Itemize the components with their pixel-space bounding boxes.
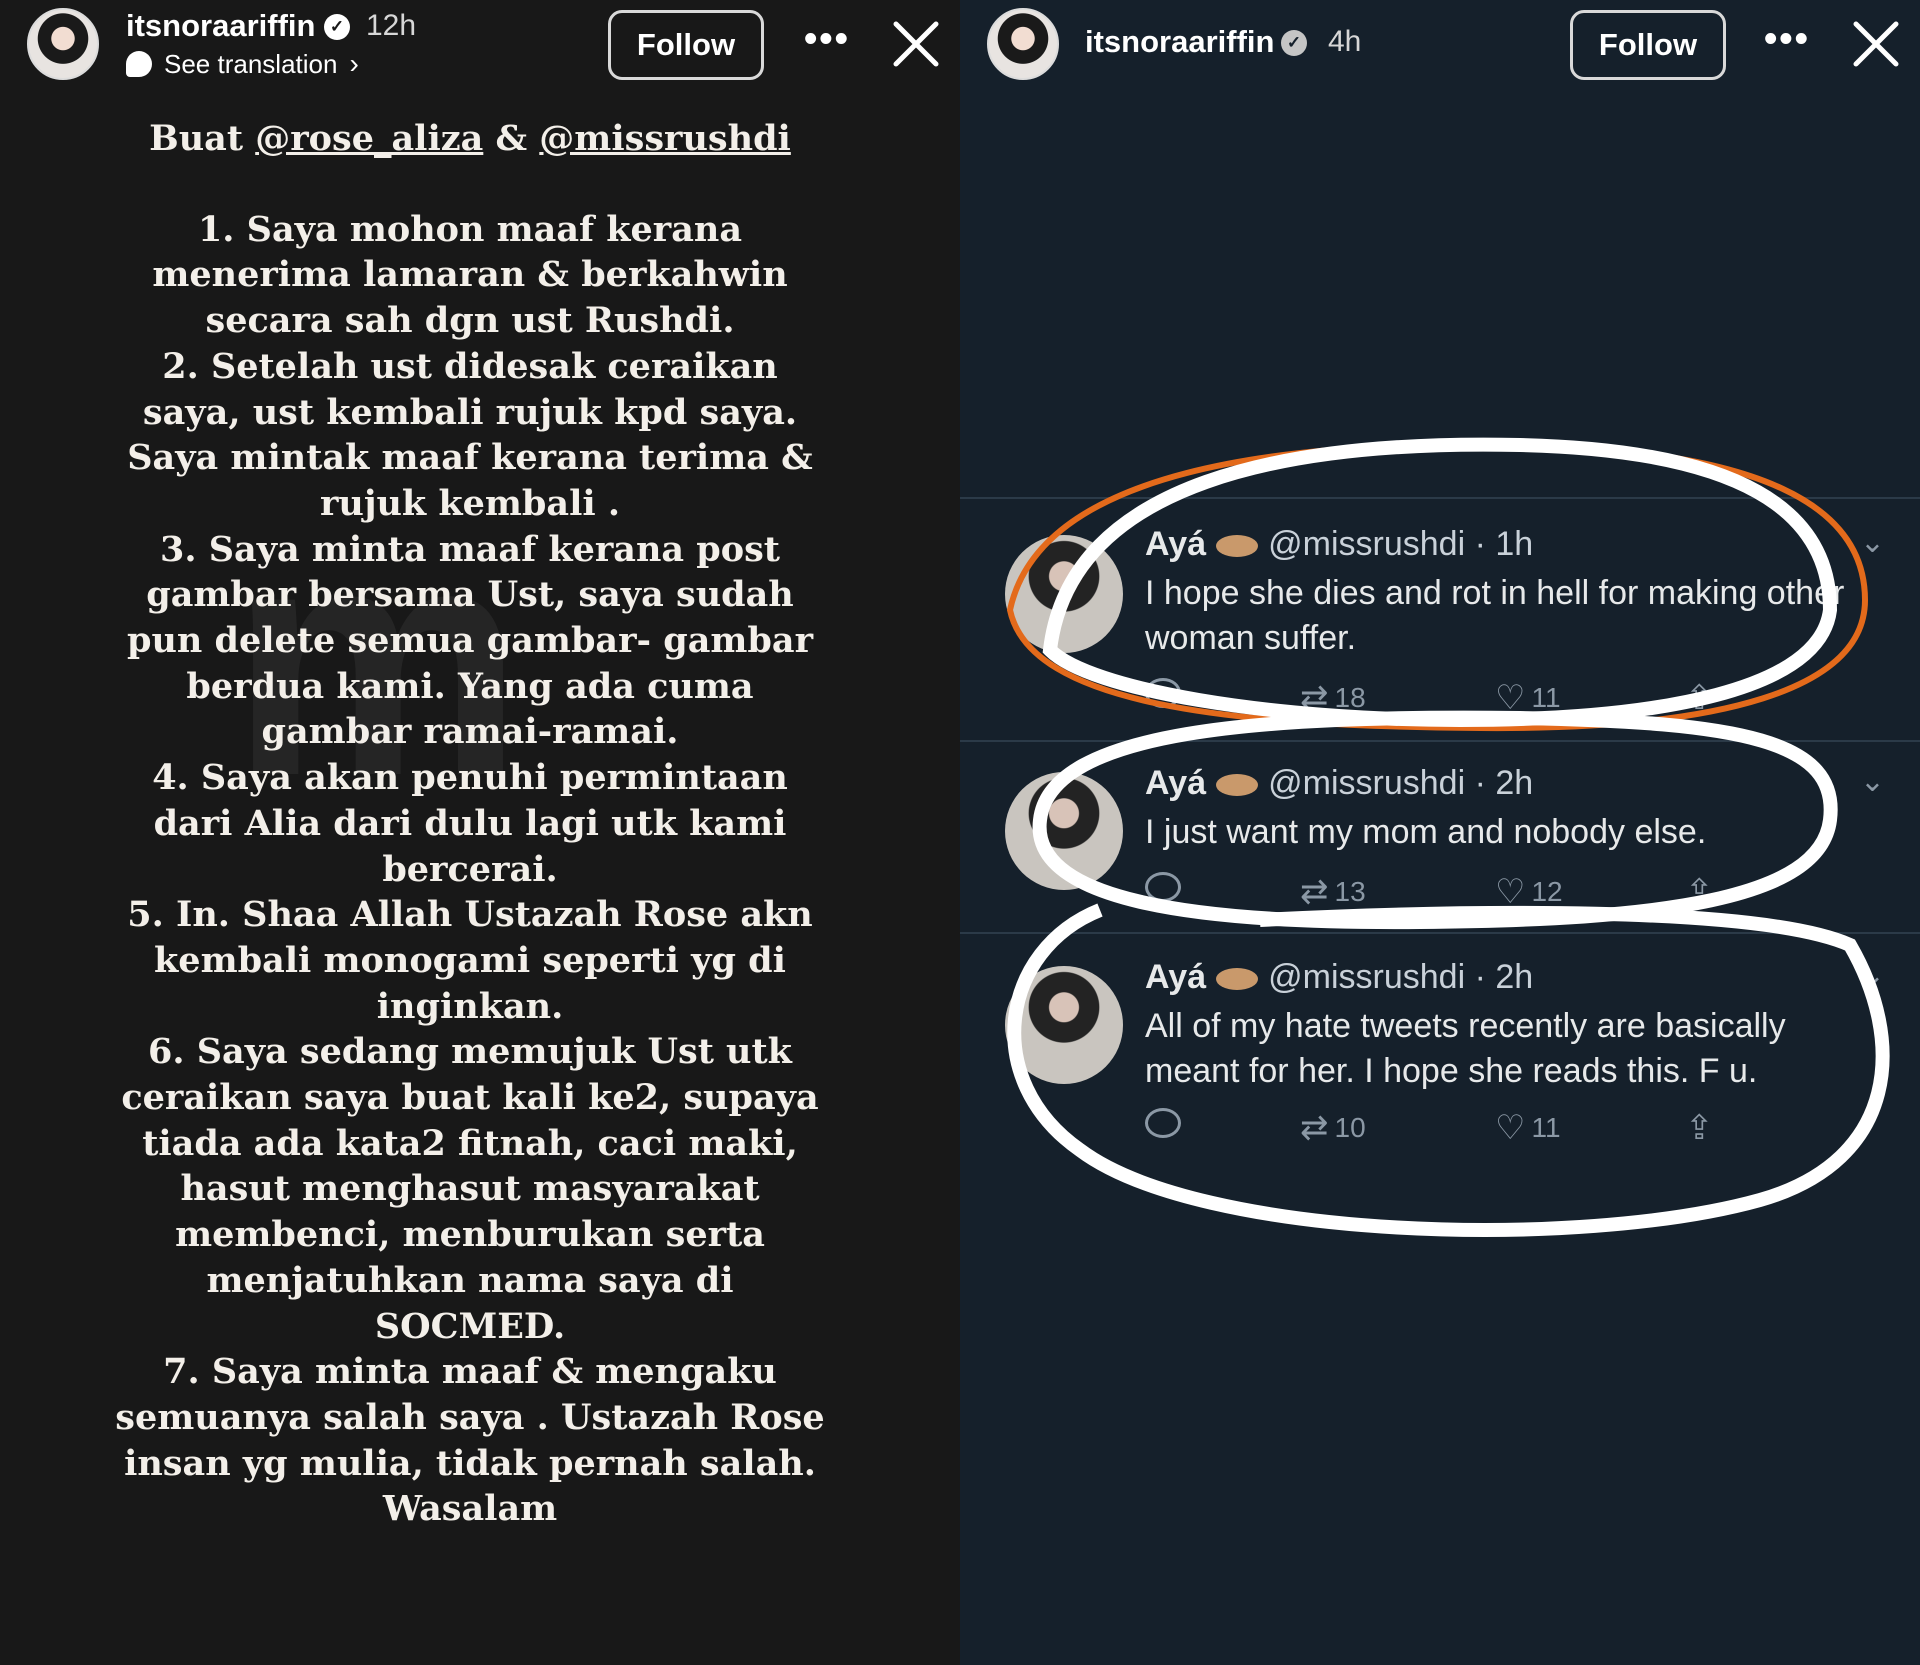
tweet-text: All of my hate tweets recently are basic…	[1145, 1007, 1786, 1090]
close-icon[interactable]	[1850, 18, 1902, 70]
share-button[interactable]: ⇪	[1685, 1108, 1714, 1148]
retweet-button[interactable]: ⇄ 13	[1300, 872, 1366, 912]
mention-link[interactable]: @missrushdi	[539, 118, 791, 159]
story-item: 5. In. Shaa Allah Ustazah Rose akn kemba…	[127, 894, 813, 1027]
story-item: 7. Saya minta maaf & mengaku semuanya sa…	[115, 1351, 825, 1530]
tweet[interactable]: Ayá @missrushdi · 2h ⌄ I just want my mom…	[960, 764, 1920, 924]
divider	[960, 740, 1920, 742]
heading-amp: &	[483, 118, 540, 159]
tweet-avatar[interactable]	[1005, 535, 1123, 653]
retweet-icon: ⇄	[1300, 873, 1329, 911]
chevron-down-icon[interactable]: ⌄	[1860, 525, 1885, 560]
reply-icon	[1145, 872, 1181, 902]
follow-button[interactable]: Follow	[608, 10, 764, 80]
like-count: 11	[1531, 1112, 1561, 1143]
reply-icon	[1145, 678, 1181, 708]
story-header: itsnoraariffin ✓ 4h Follow •••	[960, 0, 1920, 110]
chevron-down-icon[interactable]: ⌄	[1860, 958, 1885, 993]
tweet-author-name: Ayá	[1145, 958, 1207, 996]
share-button[interactable]: ⇪	[1685, 678, 1714, 718]
heart-icon: ♡	[1495, 873, 1526, 911]
like-button[interactable]: ♡ 11	[1495, 1108, 1561, 1148]
like-button[interactable]: ♡ 12	[1495, 872, 1563, 912]
tweet-actions: ⇄ 18 ♡ 11 ⇪	[1145, 678, 1825, 720]
retweet-count: 10	[1334, 1112, 1366, 1143]
tweet-header: Ayá @missrushdi · 1h	[1145, 525, 1533, 564]
tweet-actions: ⇄ 13 ♡ 12 ⇪	[1145, 872, 1825, 914]
reply-button[interactable]	[1145, 678, 1181, 708]
retweet-count: 18	[1334, 682, 1366, 713]
hedgehog-emoji-icon	[1216, 535, 1259, 558]
more-options-icon[interactable]: •••	[1764, 18, 1810, 61]
story-text: Buat @rose_aliza & @missrushdi 1. Saya m…	[110, 116, 830, 1532]
verified-icon: ✓	[324, 14, 350, 40]
tweet-handle: @missrushdi · 2h	[1268, 958, 1534, 996]
divider	[960, 932, 1920, 934]
share-icon: ⇪	[1685, 1109, 1714, 1147]
tweet-header: Ayá @missrushdi · 2h	[1145, 958, 1533, 997]
like-button[interactable]: ♡ 11	[1495, 678, 1561, 718]
retweet-icon: ⇄	[1300, 1109, 1329, 1147]
tweet-avatar[interactable]	[1005, 966, 1123, 1084]
reply-button[interactable]	[1145, 872, 1181, 902]
divider	[960, 497, 1920, 499]
tweet-text: I just want my mom and nobody else.	[1145, 813, 1707, 851]
tweet-actions: ⇄ 10 ♡ 11 ⇪	[1145, 1108, 1825, 1150]
verified-icon: ✓	[1281, 30, 1307, 56]
close-icon[interactable]	[890, 18, 942, 70]
story-item: 3. Saya minta maaf kerana post gambar be…	[126, 528, 814, 753]
retweet-button[interactable]: ⇄ 10	[1300, 1108, 1366, 1148]
more-options-icon[interactable]: •••	[804, 18, 850, 61]
heart-icon: ♡	[1495, 679, 1526, 717]
story-right: itsnoraariffin ✓ 4h Follow ••• Ayá @missr…	[960, 0, 1920, 1665]
time-ago: 4h	[1328, 25, 1362, 58]
tweet-header: Ayá @missrushdi · 2h	[1145, 764, 1533, 803]
share-icon: ⇪	[1685, 873, 1714, 911]
story-list: 1. Saya mohon maaf kerana menerima lamar…	[110, 207, 830, 1532]
hedgehog-emoji-icon	[1216, 774, 1259, 797]
story-item: 6. Saya sedang memujuk Ust utk ceraikan …	[121, 1031, 819, 1347]
tweet-author-name: Ayá	[1145, 764, 1207, 802]
tweet-handle: @missrushdi · 1h	[1268, 525, 1534, 563]
chevron-right-icon: ›	[349, 48, 359, 79]
like-count: 12	[1531, 876, 1563, 907]
username[interactable]: itsnoraariffin	[1085, 24, 1274, 60]
share-button[interactable]: ⇪	[1685, 872, 1714, 912]
story-item: 1. Saya mohon maaf kerana menerima lamar…	[152, 208, 788, 342]
story-item: 4. Saya akan penuhi permintaan dari Alia…	[152, 757, 788, 890]
reply-button[interactable]	[1145, 1108, 1181, 1138]
username[interactable]: itsnoraariffin	[126, 8, 315, 44]
retweet-icon: ⇄	[1300, 679, 1329, 717]
tweet[interactable]: Ayá @missrushdi · 1h ⌄ I hope she dies an…	[960, 525, 1920, 725]
retweet-button[interactable]: ⇄ 18	[1300, 678, 1366, 718]
like-count: 11	[1531, 682, 1561, 713]
story-header: itsnoraariffin ✓ 12h See translation › F…	[0, 0, 960, 110]
tweet-text: I hope she dies and rot in hell for maki…	[1145, 574, 1845, 657]
tweet[interactable]: Ayá @missrushdi · 2h ⌄ All of my hate twe…	[960, 958, 1920, 1158]
follow-button[interactable]: Follow	[1570, 10, 1726, 80]
see-translation-link[interactable]: See translation ›	[126, 48, 359, 80]
share-icon: ⇪	[1685, 679, 1714, 717]
heart-icon: ♡	[1495, 1109, 1526, 1147]
hedgehog-emoji-icon	[1216, 968, 1259, 991]
mention-link[interactable]: @rose_aliza	[255, 118, 483, 159]
retweet-count: 13	[1334, 876, 1366, 907]
reply-icon	[1145, 1108, 1181, 1138]
chevron-down-icon[interactable]: ⌄	[1860, 764, 1885, 799]
time-ago: 12h	[366, 9, 417, 42]
translation-icon	[126, 51, 152, 77]
avatar[interactable]	[27, 8, 99, 80]
story-left: itsnoraariffin ✓ 12h See translation › F…	[0, 0, 960, 1665]
see-translation-label: See translation	[164, 48, 338, 79]
tweet-author-name: Ayá	[1145, 525, 1207, 563]
story-heading: Buat @rose_aliza & @missrushdi	[110, 116, 830, 162]
story-item: 2. Setelah ust didesak ceraikan saya, us…	[127, 345, 813, 524]
tweet-handle: @missrushdi · 2h	[1268, 764, 1534, 802]
avatar[interactable]	[987, 8, 1059, 80]
tweet-avatar[interactable]	[1005, 772, 1123, 890]
heading-prefix: Buat	[149, 118, 256, 159]
